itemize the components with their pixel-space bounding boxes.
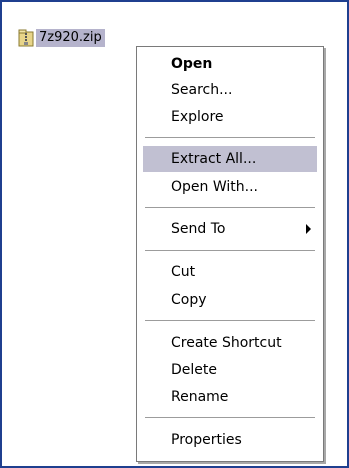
- menu-item-search[interactable]: Search...: [143, 77, 317, 103]
- menu-separator: [145, 417, 315, 418]
- menu-item-extract-all[interactable]: Extract All...: [143, 146, 317, 172]
- chevron-right-icon: [306, 224, 311, 234]
- menu-item-copy[interactable]: Copy: [143, 287, 317, 313]
- menu-separator: [145, 137, 315, 138]
- menu-item-send-to-label: Send To: [171, 221, 226, 237]
- menu-item-cut[interactable]: Cut: [143, 259, 317, 285]
- menu-item-create-shortcut[interactable]: Create Shortcut: [143, 330, 317, 356]
- menu-item-open[interactable]: Open: [143, 51, 317, 77]
- menu-item-rename[interactable]: Rename: [143, 384, 317, 410]
- zip-file-item[interactable]: 7z920.zip: [18, 28, 105, 48]
- menu-item-properties[interactable]: Properties: [143, 427, 317, 453]
- window-frame: 7z920.zip Open Search... Explore Extract…: [0, 0, 349, 468]
- menu-item-send-to[interactable]: Send To: [143, 216, 317, 242]
- menu-item-delete[interactable]: Delete: [143, 357, 317, 383]
- menu-separator: [145, 320, 315, 321]
- menu-item-open-with[interactable]: Open With...: [143, 174, 317, 200]
- file-name-label: 7z920.zip: [36, 29, 105, 47]
- zip-folder-icon: [18, 29, 34, 47]
- menu-item-explore[interactable]: Explore: [143, 104, 317, 130]
- menu-separator: [145, 250, 315, 251]
- menu-separator: [145, 207, 315, 208]
- context-menu: Open Search... Explore Extract All... Op…: [136, 46, 324, 462]
